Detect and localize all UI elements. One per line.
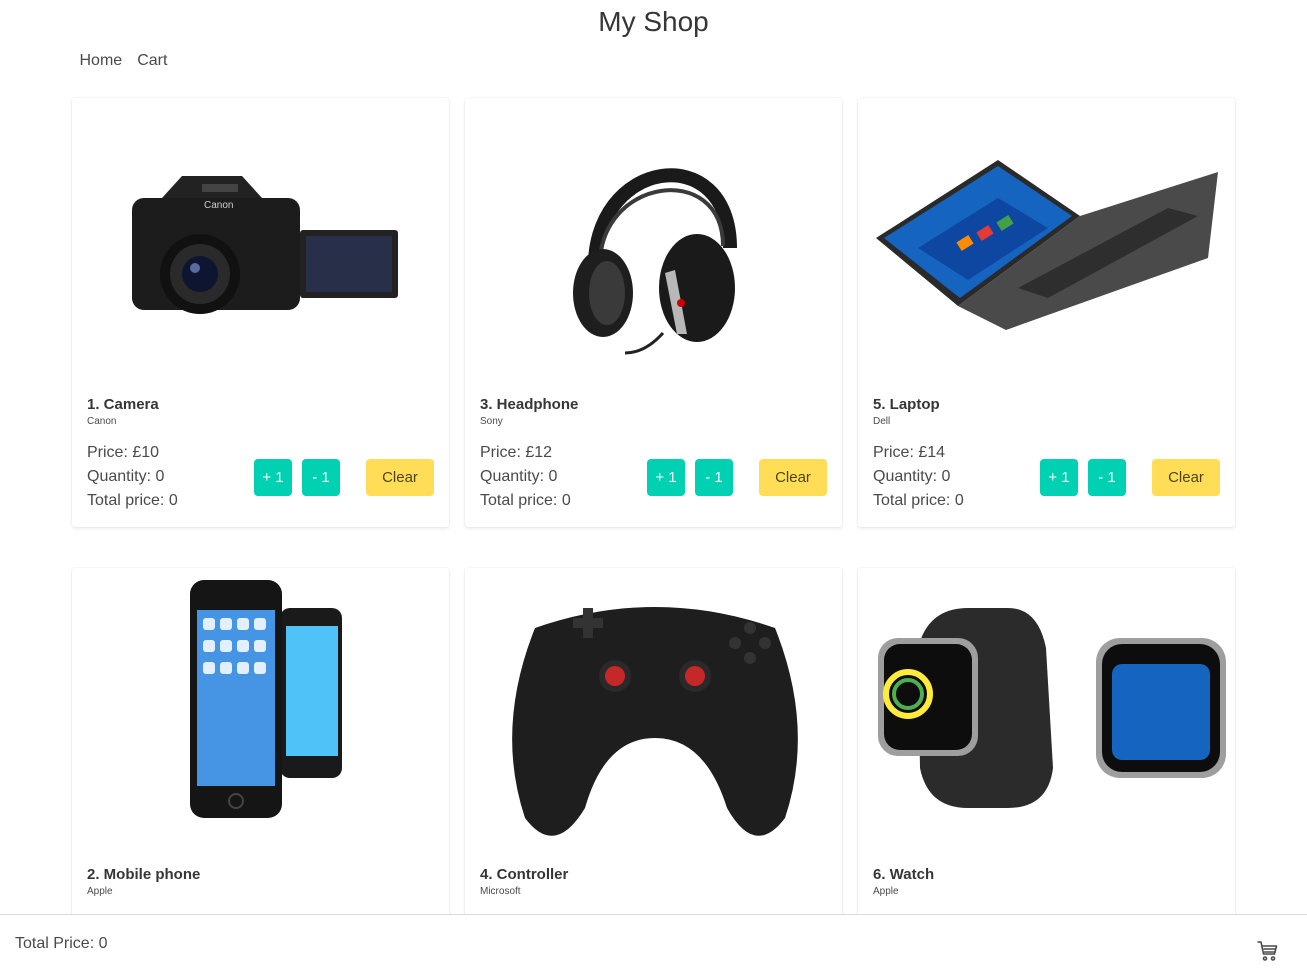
watch-image (858, 568, 1235, 851)
page-title: My Shop (598, 6, 709, 37)
product-name: 2. Mobile phone (87, 866, 201, 883)
product-quantity: Quantity: 0 (87, 468, 165, 485)
decrement-button[interactable]: - 1 (695, 459, 733, 496)
cart-icon[interactable] (1256, 939, 1280, 963)
product-brand: Microsoft (480, 886, 521, 897)
product-total: Total price: 0 (873, 492, 964, 509)
camera-image: Canon (72, 98, 449, 381)
nav-cart-link[interactable]: Cart (130, 52, 175, 70)
headphone-image (465, 98, 842, 381)
decrement-button[interactable]: - 1 (302, 459, 340, 496)
product-brand: Apple (87, 886, 113, 897)
product-brand: Dell (873, 416, 891, 427)
clear-button[interactable]: Clear (366, 459, 434, 496)
cart-footer: Total Price: 0 (0, 914, 1307, 977)
product-name: 1. Camera (87, 396, 159, 413)
laptop-image (858, 98, 1235, 381)
product-brand: Sony (480, 416, 503, 427)
svg-text:Canon: Canon (204, 200, 233, 211)
controller-image (465, 568, 842, 851)
product-brand: Canon (87, 416, 117, 427)
product-total: Total price: 0 (87, 492, 178, 509)
product-quantity: Quantity: 0 (873, 468, 951, 485)
nav-home-link[interactable]: Home (72, 52, 130, 70)
product-card-laptop: 5. Laptop Dell Price: £14 Quantity: 0 To… (858, 98, 1235, 527)
product-brand: Apple (873, 886, 899, 897)
product-card-headphone: 3. Headphone Sony Price: £12 Quantity: 0… (465, 98, 842, 527)
mobile-phone-image (72, 568, 449, 851)
footer-total-price: Total Price: 0 (15, 935, 108, 952)
product-card-mobile-phone: 2. Mobile phone Apple (72, 568, 449, 948)
product-card-watch: 6. Watch Apple (858, 568, 1235, 948)
clear-button[interactable]: Clear (1152, 459, 1220, 496)
product-price: Price: £14 (873, 444, 946, 461)
main-nav: Home Cart (72, 52, 175, 70)
product-name: 3. Headphone (480, 396, 579, 413)
product-card-camera: Canon 1. Camera Canon Price: £10 Quantit… (72, 98, 449, 527)
product-card-controller: 4. Controller Microsoft (465, 568, 842, 948)
increment-button[interactable]: + 1 (1040, 459, 1078, 496)
decrement-button[interactable]: - 1 (1088, 459, 1126, 496)
product-name: 4. Controller (480, 866, 569, 883)
product-name: 6. Watch (873, 866, 935, 883)
product-price: Price: £10 (87, 444, 160, 461)
clear-button[interactable]: Clear (759, 459, 827, 496)
increment-button[interactable]: + 1 (254, 459, 292, 496)
product-price: Price: £12 (480, 444, 553, 461)
product-total: Total price: 0 (480, 492, 571, 509)
increment-button[interactable]: + 1 (647, 459, 685, 496)
product-quantity: Quantity: 0 (480, 468, 558, 485)
product-name: 5. Laptop (873, 396, 940, 413)
